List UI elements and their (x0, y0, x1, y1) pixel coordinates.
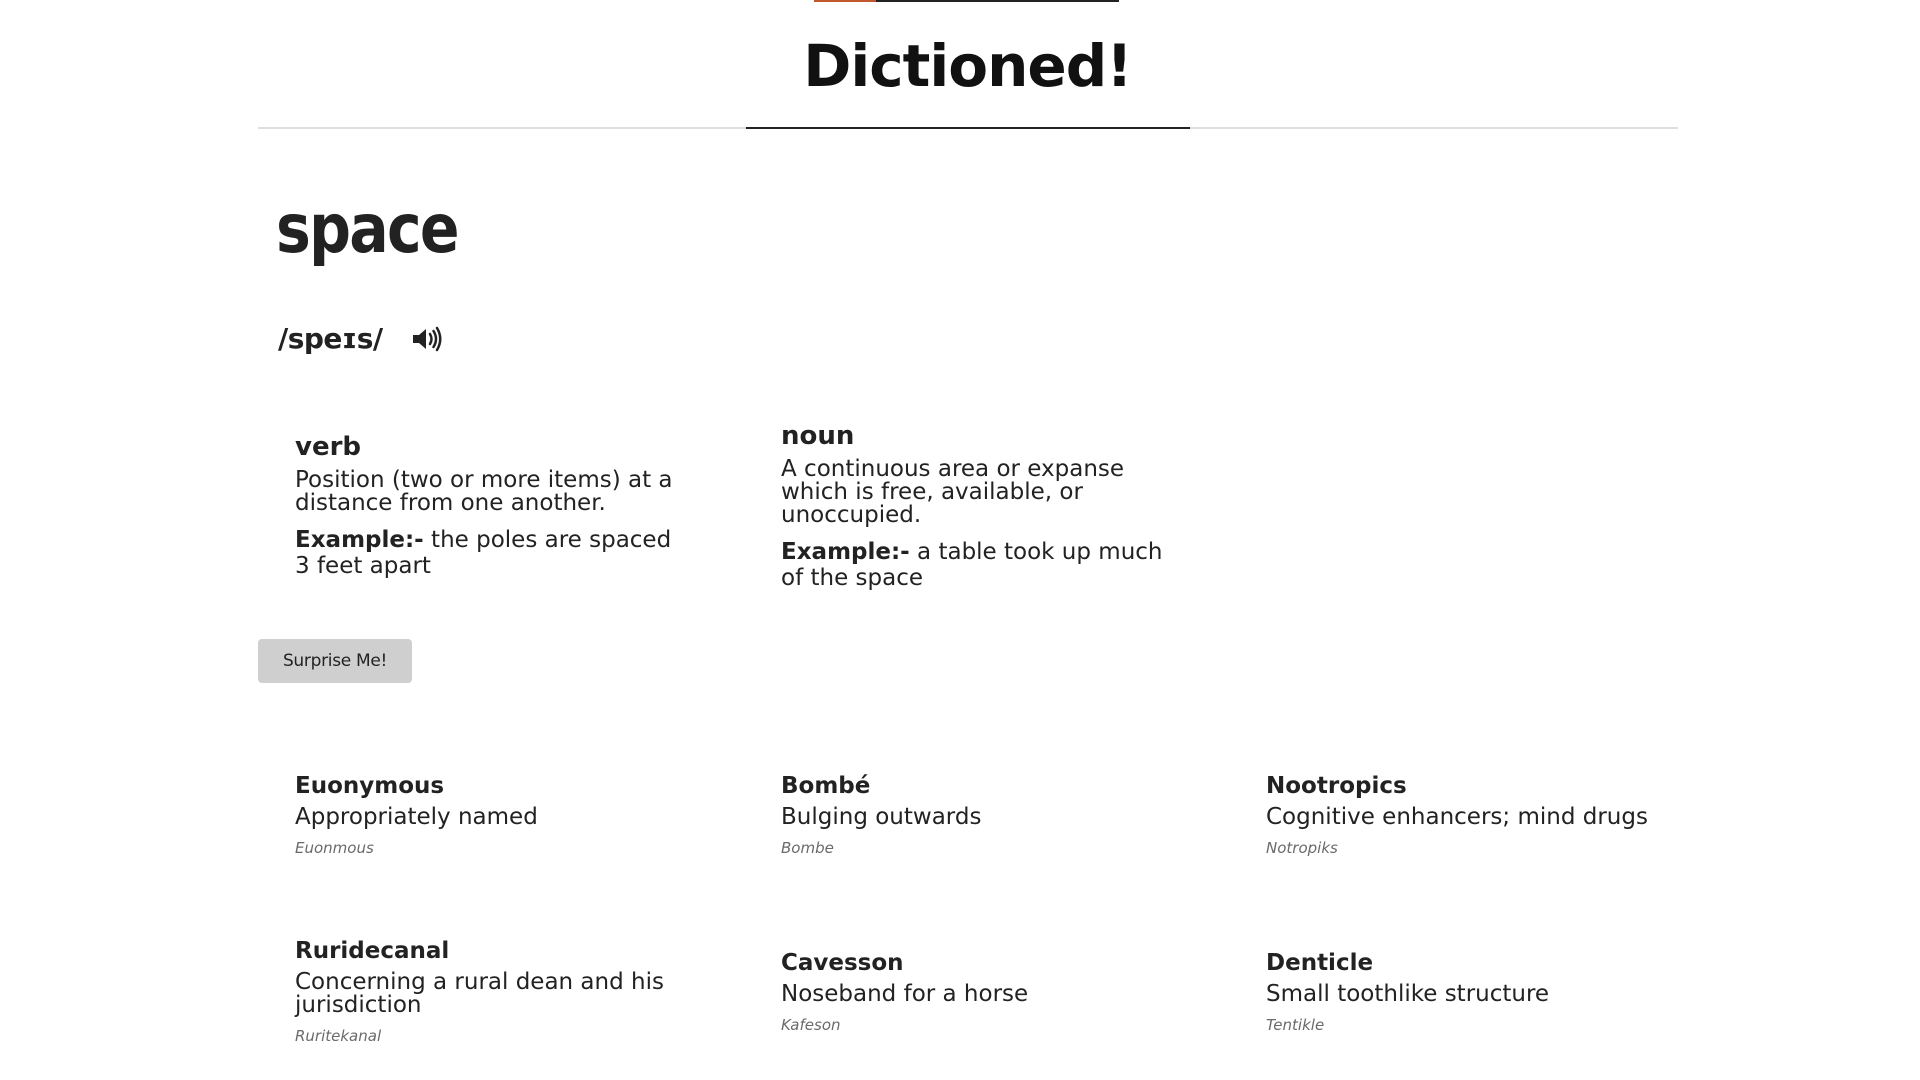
card-pronunciation: Kafeson (781, 1016, 841, 1034)
surprise-me-button[interactable]: Surprise Me! (258, 639, 412, 683)
word-card[interactable]: Euonymous Appropriately named Euonmous (295, 772, 715, 857)
card-pronunciation: Tentikle (1266, 1016, 1325, 1034)
example-label: Example:- (295, 527, 424, 553)
card-word: Bombé (781, 773, 871, 799)
card-meaning: Noseband for a horse (781, 981, 1029, 1007)
site-title: Dictioned! (803, 32, 1132, 100)
example: Example:- the poles are spaced 3 feet ap… (295, 527, 685, 579)
card-meaning: Small toothlike structure (1266, 981, 1550, 1007)
top-accent-highlight (814, 0, 876, 2)
header-divider-highlight (746, 127, 1190, 129)
card-word: Ruridecanal (295, 938, 450, 964)
card-word: Denticle (1266, 950, 1374, 976)
word-card[interactable]: Nootropics Cognitive enhancers; mind dru… (1266, 772, 1686, 857)
speaker-icon[interactable] (411, 325, 443, 353)
card-pronunciation: Notropiks (1266, 839, 1338, 857)
card-word: Cavesson (781, 950, 904, 976)
card-word: Nootropics (1266, 773, 1407, 799)
word-card[interactable]: Denticle Small toothlike structure Tenti… (1266, 949, 1686, 1034)
card-meaning: Bulging outwards (781, 804, 982, 830)
card-meaning: Appropriately named (295, 804, 538, 830)
card-pronunciation: Euonmous (295, 839, 374, 857)
part-of-speech: verb (295, 432, 362, 462)
top-accent-bar (814, 0, 1119, 2)
pronunciation-row: /speɪs/ (278, 322, 443, 355)
meaning-verb: verb Position (two or more items) at a d… (295, 431, 685, 579)
word-card[interactable]: Bombé Bulging outwards Bombe (781, 772, 1201, 857)
word-title: space (276, 190, 460, 269)
meaning-noun: noun A continuous area or expanse which … (781, 420, 1171, 591)
word-pronunciation: /speɪs/ (278, 322, 383, 355)
card-meaning: Concerning a rural dean and his jurisdic… (295, 969, 664, 1018)
card-pronunciation: Ruritekanal (295, 1027, 382, 1045)
word-card[interactable]: Cavesson Noseband for a horse Kafeson (781, 949, 1201, 1034)
card-word: Euonymous (295, 773, 445, 799)
example: Example:- a table took up much of the sp… (781, 539, 1171, 591)
part-of-speech: noun (781, 421, 855, 451)
definition: Position (two or more items) at a distan… (295, 467, 673, 516)
definition: A continuous area or expanse which is fr… (781, 456, 1125, 528)
word-card[interactable]: Ruridecanal Concerning a rural dean and … (295, 937, 715, 1045)
card-pronunciation: Bombe (781, 839, 834, 857)
card-meaning: Cognitive enhancers; mind drugs (1266, 804, 1648, 830)
example-label: Example:- (781, 539, 910, 565)
